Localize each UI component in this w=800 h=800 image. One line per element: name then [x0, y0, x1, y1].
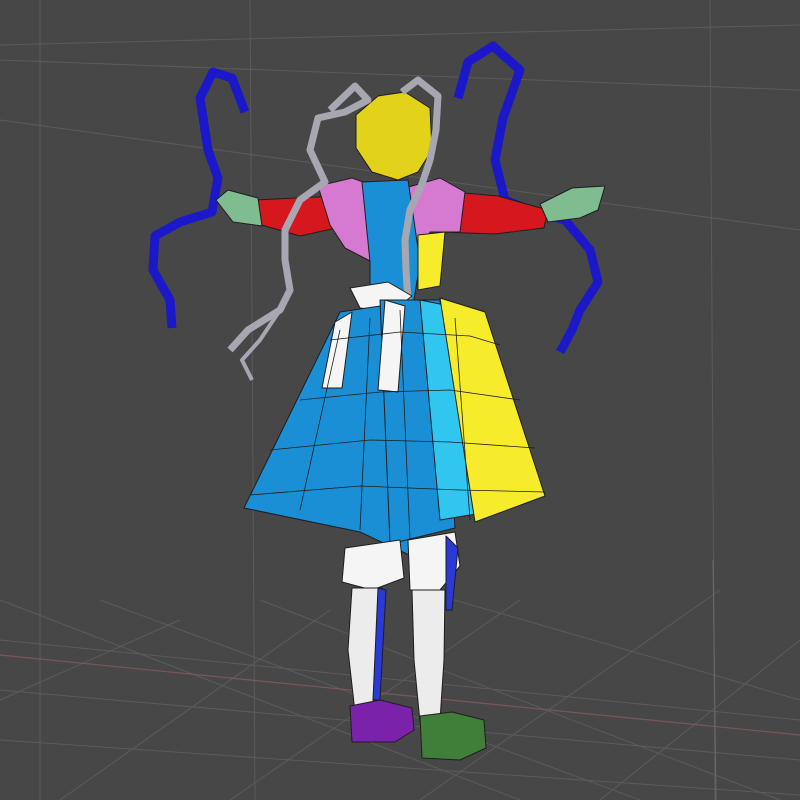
- character-model[interactable]: [148, 41, 606, 761]
- head-hair: [355, 91, 433, 181]
- sock-stripe-right: [445, 535, 459, 611]
- viewport-canvas[interactable]: [0, 0, 800, 800]
- shoe-right: [419, 711, 487, 761]
- right-hand: [539, 185, 606, 223]
- leg-right: [411, 589, 446, 723]
- shoe-left: [349, 699, 415, 743]
- bloomer-left: [341, 539, 405, 591]
- left-hand: [215, 189, 263, 227]
- torso-yellow-panel: [417, 231, 446, 291]
- 3d-viewport[interactable]: [0, 0, 800, 800]
